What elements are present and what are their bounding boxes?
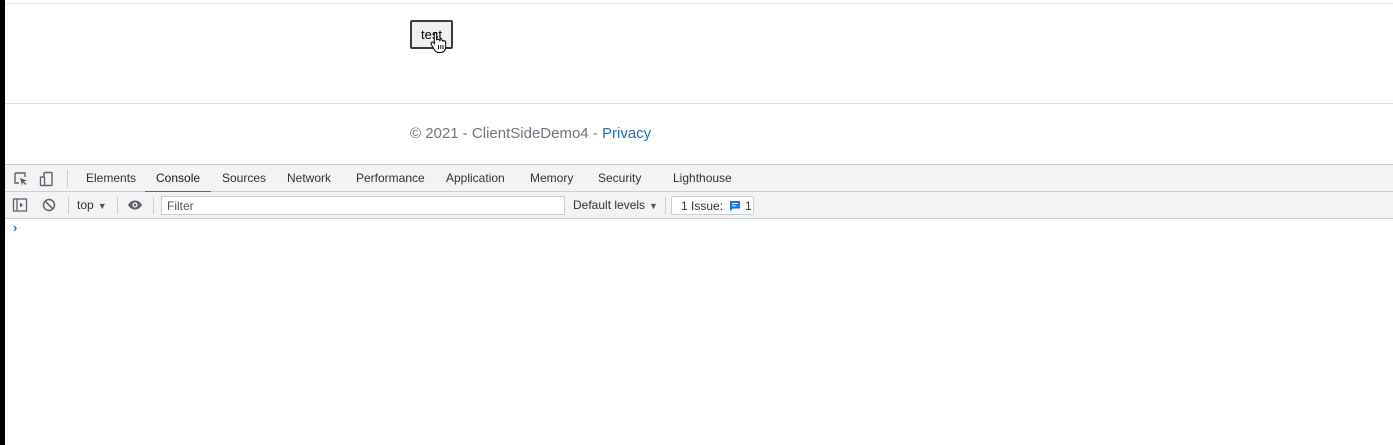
privacy-link[interactable]: Privacy [602,125,651,142]
devtools-panel: Elements Console Sources Network Perform… [5,164,1393,445]
tab-network[interactable]: Network [287,165,331,192]
test-button[interactable]: test [410,20,453,49]
console-filter-input[interactable] [161,196,565,215]
tab-performance[interactable]: Performance [356,165,425,192]
sidebar-toggle-icon[interactable] [12,197,28,213]
dropdown-arrow-icon: ▼ [97,201,107,211]
console-prompt: › [13,220,18,235]
issues-count: 1 [745,198,752,213]
device-toggle-icon[interactable] [39,171,55,187]
issues-counter-button[interactable]: 1 Issue: 1 [671,196,754,215]
clear-console-icon[interactable] [41,197,57,213]
tab-elements[interactable]: Elements [86,165,136,192]
eye-icon[interactable] [127,197,143,213]
context-label: top [77,198,94,212]
log-levels-dropdown[interactable]: Default levels ▼ [573,198,658,212]
tab-security[interactable]: Security [598,165,641,192]
console-toolbar: top▼ Default levels▼ 1 Issue: 1 [5,192,1393,219]
console-output[interactable]: › [5,219,1393,445]
tab-bar-separator [67,170,68,187]
context-selector[interactable]: top ▼ [77,198,107,212]
devtools-tab-bar: Elements Console Sources Network Perform… [5,164,1393,193]
tab-sources[interactable]: Sources [222,165,266,192]
footer: © 2021 - ClientSideDemo4 - Privacy [410,125,651,142]
tab-lighthouse[interactable]: Lighthouse [673,165,732,192]
copyright-text: © 2021 - ClientSideDemo4 - [410,125,602,142]
tab-console[interactable]: Console [144,165,212,193]
footer-divider [5,103,1393,104]
toolbar-separator [153,197,154,214]
dropdown-arrow-icon: ▼ [649,201,658,211]
tab-application[interactable]: Application [446,165,505,192]
top-divider [5,3,1393,4]
issues-label: 1 Issue: [681,198,724,213]
tab-memory[interactable]: Memory [530,165,573,192]
toolbar-separator [68,197,69,214]
inspect-element-icon[interactable] [13,171,29,187]
toolbar-separator [117,197,118,214]
page-viewport: test © 2021 - ClientSideDemo4 - Privacy [5,0,1393,164]
log-levels-label: Default levels [573,198,646,212]
toolbar-separator [665,197,666,214]
issue-message-icon [730,200,741,211]
